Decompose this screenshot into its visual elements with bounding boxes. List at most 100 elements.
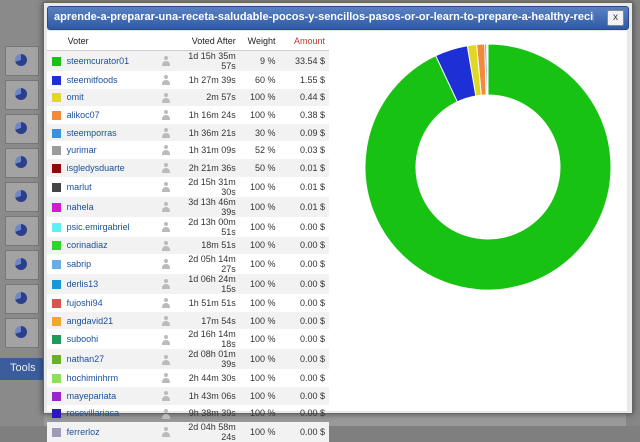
voter-name[interactable]: steemporras: [67, 124, 162, 142]
voted-after-cell: 1d 15h 35m 57s: [175, 51, 240, 72]
voter-name[interactable]: psic.emirgabriel: [67, 217, 162, 237]
close-button[interactable]: x: [607, 10, 624, 26]
voted-after-cell: 1d 06h 24m 15s: [175, 274, 240, 294]
amount-cell: 0.00 $: [279, 349, 329, 369]
color-swatch-cell: [47, 294, 67, 312]
color-swatch: [52, 335, 61, 344]
color-swatch: [52, 260, 61, 269]
amount-cell: 0.00 $: [279, 237, 329, 255]
voter-name[interactable]: isgledysduarte: [67, 159, 162, 177]
voter-name[interactable]: steemcurator01: [67, 51, 162, 72]
voter-name[interactable]: rosevillariasa: [67, 405, 162, 423]
table-row: psic.emirgabriel 2d 13h 00m 51s100 %0.00 …: [47, 217, 329, 237]
weight-column-header[interactable]: Weight: [240, 31, 280, 51]
background-row: [5, 148, 39, 178]
voted-after-cell: 1h 31m 09s: [175, 141, 240, 159]
user-icon: [161, 391, 171, 401]
voted-after-cell: 3d 13h 46m 39s: [175, 197, 240, 217]
voter-name[interactable]: steemitfoods: [67, 71, 162, 89]
user-icon-cell: [161, 141, 175, 159]
weight-cell: 50 %: [240, 159, 280, 177]
color-swatch: [52, 241, 61, 250]
background-row: [5, 114, 39, 144]
user-column-header: [161, 31, 175, 51]
color-swatch: [52, 111, 61, 120]
voter-name[interactable]: sabrip: [67, 254, 162, 274]
user-icon-cell: [161, 312, 175, 330]
voted-after-column-header[interactable]: Voted After: [175, 31, 240, 51]
voter-name[interactable]: yurimar: [67, 141, 162, 159]
weight-cell: 100 %: [240, 387, 280, 405]
color-swatch-cell: [47, 349, 67, 369]
amount-cell: 0.00 $: [279, 217, 329, 237]
amount-cell: 33.54 $: [279, 51, 329, 72]
color-swatch-cell: [47, 89, 67, 107]
voter-name[interactable]: omit: [67, 89, 162, 107]
voter-name[interactable]: suboohi: [67, 329, 162, 349]
voter-name[interactable]: hochiminhrm: [67, 369, 162, 387]
user-icon-cell: [161, 106, 175, 124]
background-row: [5, 284, 39, 314]
amount-cell: 0.03 $: [279, 141, 329, 159]
weight-cell: 100 %: [240, 217, 280, 237]
voted-after-cell: 2d 13h 00m 51s: [175, 217, 240, 237]
amount-column-header[interactable]: Amount: [279, 31, 329, 51]
user-icon: [161, 279, 171, 289]
voted-after-cell: 9h 38m 39s: [175, 405, 240, 423]
voter-name[interactable]: nathan27: [67, 349, 162, 369]
weight-cell: 60 %: [240, 71, 280, 89]
weight-cell: 9 %: [240, 51, 280, 72]
voter-name[interactable]: mayepariata: [67, 387, 162, 405]
color-swatch-cell: [47, 124, 67, 142]
weight-cell: 100 %: [240, 254, 280, 274]
user-icon-cell: [161, 369, 175, 387]
weight-cell: 100 %: [240, 177, 280, 197]
voted-after-cell: 2d 16h 14m 18s: [175, 329, 240, 349]
user-icon-cell: [161, 237, 175, 255]
user-icon-cell: [161, 51, 175, 72]
voter-name[interactable]: marlut: [67, 177, 162, 197]
dialog-titlebar: aprende-a-preparar-una-receta-saludable-…: [47, 6, 629, 30]
color-swatch-cell: [47, 159, 67, 177]
voter-name[interactable]: derlis13: [67, 274, 162, 294]
color-swatch: [52, 317, 61, 326]
table-row: mayepariata1h 43m 06s100 %0.00 $: [47, 387, 329, 405]
background-row: [5, 250, 39, 280]
user-icon: [161, 128, 171, 138]
color-swatch: [52, 57, 61, 66]
user-icon-cell: [161, 177, 175, 197]
color-swatch: [52, 76, 61, 85]
voter-name[interactable]: alikoc07: [67, 106, 162, 124]
amount-cell: 0.09 $: [279, 124, 329, 142]
user-icon-cell: [161, 197, 175, 217]
user-icon: [161, 298, 171, 308]
user-icon-cell: [161, 274, 175, 294]
weight-cell: 100 %: [240, 237, 280, 255]
voter-name[interactable]: ferrerloz: [67, 422, 162, 442]
voted-after-cell: 1h 27m 39s: [175, 71, 240, 89]
amount-cell: 0.00 $: [279, 387, 329, 405]
dialog-content: Voter Voted After Weight Amount steemcur…: [47, 31, 627, 411]
weight-cell: 100 %: [240, 349, 280, 369]
voters-table: Voter Voted After Weight Amount steemcur…: [47, 31, 329, 442]
voter-name[interactable]: fujoshi94: [67, 294, 162, 312]
amount-cell: 0.38 $: [279, 106, 329, 124]
voted-after-cell: 2h 44m 30s: [175, 369, 240, 387]
color-swatch-cell: [47, 387, 67, 405]
color-swatch-cell: [47, 369, 67, 387]
weight-cell: 100 %: [240, 197, 280, 217]
color-swatch-cell: [47, 274, 67, 294]
user-icon-cell: [161, 71, 175, 89]
amount-cell: 0.01 $: [279, 177, 329, 197]
amount-cell: 0.44 $: [279, 89, 329, 107]
voter-name[interactable]: corinadiaz: [67, 237, 162, 255]
dialog-title: aprende-a-preparar-una-receta-saludable-…: [54, 11, 594, 23]
voter-column-header[interactable]: Voter: [67, 31, 162, 51]
voter-name[interactable]: angdavid21: [67, 312, 162, 330]
amount-cell: 0.00 $: [279, 294, 329, 312]
voter-name[interactable]: nahela: [67, 197, 162, 217]
background-row: [5, 318, 39, 348]
table-row: suboohi2d 16h 14m 18s100 %0.00 $: [47, 329, 329, 349]
voted-after-cell: 1h 16m 24s: [175, 106, 240, 124]
color-swatch: [52, 299, 61, 308]
